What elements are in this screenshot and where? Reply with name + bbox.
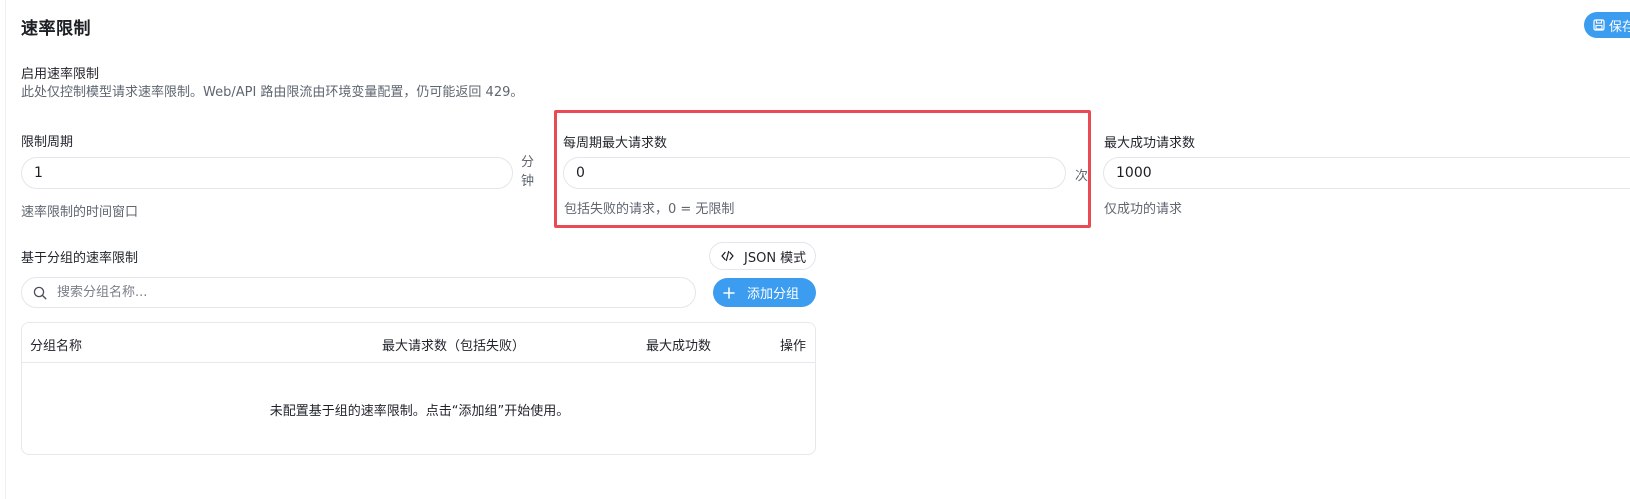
period-hint: 速率限制的时间窗口 — [21, 205, 139, 220]
group-rate-limit-label: 基于分组的速率限制 — [21, 251, 139, 266]
save-button-label: 保存 — [1609, 19, 1630, 35]
add-group-button[interactable]: 添加分组 — [713, 278, 816, 307]
max-requests-hint: 包括失败的请求，0 = 无限制 — [564, 202, 735, 217]
enable-rate-limit-label: 启用速率限制 — [21, 67, 100, 82]
page-title: 速率限制 — [21, 19, 91, 39]
search-icon — [33, 286, 47, 300]
group-search-input[interactable] — [57, 285, 657, 300]
period-label: 限制周期 — [21, 135, 74, 150]
empty-state-text: 未配置基于组的速率限制。点击“添加组”开始使用。 — [269, 404, 570, 419]
column-max-success: 最大成功数 — [646, 339, 712, 354]
column-group-name: 分组名称 — [30, 339, 83, 354]
plus-icon — [723, 286, 735, 299]
code-icon — [721, 250, 734, 262]
save-icon — [1593, 19, 1605, 31]
enable-rate-limit-description: 此处仅控制模型请求速率限制。Web/API 路由限流由环境变量配置，仍可能返回 … — [21, 85, 524, 100]
group-search[interactable] — [21, 277, 696, 308]
column-actions: 操作 — [780, 339, 807, 354]
column-max-requests: 最大请求数（包括失败） — [382, 339, 526, 354]
max-success-hint: 仅成功的请求 — [1104, 202, 1183, 217]
max-requests-input[interactable]: 0 — [563, 157, 1066, 189]
save-button[interactable]: 保存 — [1584, 12, 1630, 38]
add-group-label: 添加分组 — [747, 287, 800, 302]
group-rate-limit-table: 分组名称 最大请求数（包括失败） 最大成功数 操作 未配置基于组的速率限制。点击… — [21, 322, 816, 455]
period-input[interactable]: 1 — [21, 157, 513, 189]
period-unit-char-2: 钟 — [521, 174, 535, 189]
period-unit-char-1: 分 — [521, 155, 535, 170]
period-unit: 分 钟 — [521, 153, 534, 191]
max-success-label: 最大成功请求数 — [1104, 136, 1196, 151]
rate-limit-settings-page: 速率限制 保存 启用速率限制 此处仅控制模型请求速率限制。Web/API 路由限… — [0, 0, 1630, 499]
table-header: 分组名称 最大请求数（包括失败） 最大成功数 操作 — [22, 323, 815, 363]
max-requests-unit: 次 — [1075, 169, 1089, 184]
divider — [5, 0, 6, 499]
max-requests-label: 每周期最大请求数 — [563, 136, 668, 151]
max-success-input[interactable]: 1000 — [1103, 157, 1630, 189]
json-mode-label: JSON 模式 — [744, 250, 807, 266]
json-mode-button[interactable]: JSON 模式 — [709, 242, 816, 270]
